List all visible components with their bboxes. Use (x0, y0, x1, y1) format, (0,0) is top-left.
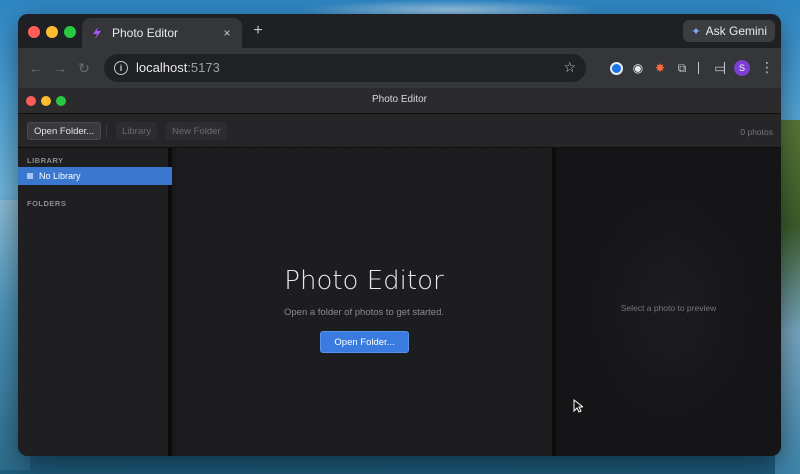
empty-state-title: Photo Editor (284, 266, 444, 296)
app-window-title: Photo Editor (371, 94, 428, 105)
bookmark-star-icon[interactable]: ☆ (563, 59, 576, 76)
app-titlebar: Photo Editor (18, 88, 781, 114)
browser-menu-icon[interactable]: ⋮ (760, 59, 774, 76)
sidebar-item-label: No Library (39, 171, 81, 181)
ask-gemini-label: Ask Gemini (705, 24, 767, 38)
preview-panel: Select a photo to preview (552, 148, 781, 456)
main-panel: Photo Editor Open a folder of photos to … (176, 148, 552, 456)
browser-window: Photo Editor × + ✦ Ask Gemini ← → ↻ i lo… (18, 14, 781, 456)
photo-count: 0 photos (740, 127, 773, 137)
site-info-icon[interactable]: i (114, 61, 128, 75)
open-folder-button[interactable]: Open Folder... (27, 122, 102, 140)
sidebar-item-no-library[interactable]: No Library (18, 167, 172, 185)
browser-toolbar: ← → ↻ i localhost:5173 ☆ ◉ ✸ ⧉ ▭ S ⋮ (18, 48, 781, 88)
photo-editor-app: Photo Editor Open Folder... Library New … (18, 88, 781, 456)
extensions-puzzle-icon[interactable]: ⧉ (674, 60, 690, 76)
vite-icon (93, 27, 101, 39)
url-host: localhost (136, 60, 188, 75)
app-toolbar: Open Folder... Library New Folder 0 phot… (18, 114, 781, 148)
reload-button[interactable]: ↻ (76, 60, 92, 77)
toolbar-divider (698, 62, 699, 74)
library-heading: LIBRARY (27, 156, 64, 165)
tab-photo-editor[interactable]: Photo Editor × (82, 18, 242, 48)
sidebar: LIBRARY No Library FOLDERS (18, 148, 172, 456)
close-window-button[interactable] (28, 26, 40, 38)
new-tab-button[interactable]: + (248, 22, 268, 40)
address-bar[interactable]: i localhost:5173 ☆ (104, 54, 586, 82)
preview-placeholder: Select a photo to preview (620, 303, 717, 313)
ask-gemini-button[interactable]: ✦ Ask Gemini (683, 20, 775, 42)
maximize-window-button[interactable] (64, 26, 76, 38)
back-button[interactable]: ← (28, 60, 44, 76)
tab-close-icon[interactable]: × (220, 26, 234, 40)
sparkle-icon: ✦ (691, 25, 701, 38)
folders-heading: FOLDERS (27, 199, 67, 208)
minimize-window-button[interactable] (46, 26, 58, 38)
empty-state-open-folder-button[interactable]: Open Folder... (320, 331, 409, 353)
tab-title: Photo Editor (112, 26, 179, 40)
side-panel-icon[interactable]: ▭ (712, 60, 728, 76)
new-folder-button[interactable]: New Folder (166, 122, 227, 140)
profile-avatar[interactable]: S (734, 60, 750, 76)
empty-state-subtitle: Open a folder of photos to get started. (283, 307, 445, 318)
tab-strip: Photo Editor × + ✦ Ask Gemini (18, 14, 781, 48)
camera-extension-icon[interactable]: ◉ (630, 60, 646, 76)
toolbar-divider (724, 62, 725, 74)
burst-extension-icon[interactable]: ✸ (652, 60, 668, 76)
library-button[interactable]: Library (116, 122, 158, 140)
url-port: :5173 (187, 60, 220, 75)
mouse-cursor-icon (573, 399, 583, 413)
forward-button[interactable]: → (52, 60, 68, 76)
password-manager-extension-icon[interactable] (608, 60, 624, 76)
library-icon (27, 173, 33, 179)
toolbar-divider (106, 124, 107, 138)
